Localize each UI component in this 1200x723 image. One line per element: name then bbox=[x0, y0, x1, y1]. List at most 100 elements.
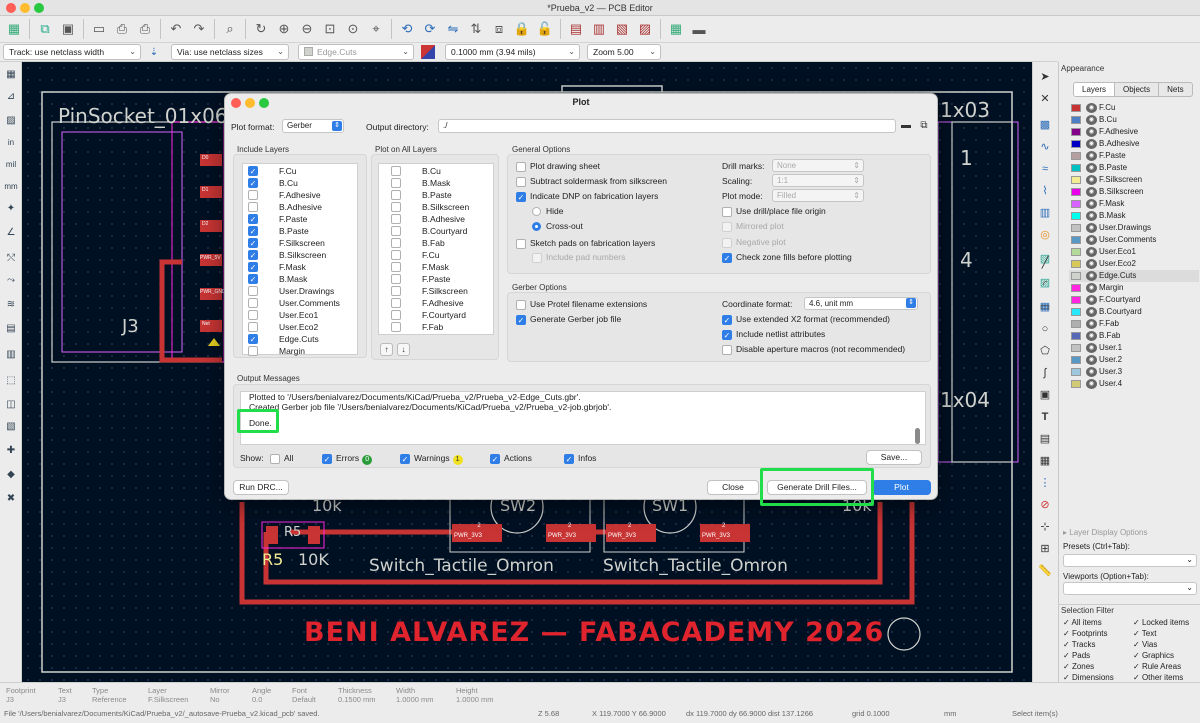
eye-icon[interactable]: ◉ bbox=[1086, 187, 1097, 197]
add-filled-zone-icon[interactable]: ▥ bbox=[1036, 204, 1054, 222]
zones-icon[interactable]: ▤ bbox=[2, 320, 20, 338]
layer-color-swatch[interactable] bbox=[1071, 236, 1081, 244]
include-layer-checkbox[interactable]: ✓ bbox=[248, 262, 258, 272]
check-zone-fills-checkbox[interactable]: ✓ bbox=[722, 253, 732, 263]
selection-filter-item[interactable]: ✓ Zones bbox=[1063, 662, 1094, 671]
plot-icon[interactable]: ⎙ bbox=[135, 19, 155, 39]
eye-icon[interactable]: ◉ bbox=[1086, 163, 1097, 173]
zoom-objects-icon[interactable]: ⊙ bbox=[343, 19, 363, 39]
messages-box[interactable]: Plotted to '/Users/benialvarez/Documents… bbox=[240, 391, 926, 445]
plot-all-layer-checkbox[interactable] bbox=[391, 286, 401, 296]
measure-tool-icon[interactable]: 📏 bbox=[1036, 562, 1054, 580]
eye-icon[interactable]: ◉ bbox=[1086, 175, 1097, 185]
plot-mode-select[interactable]: Filled ⇕ bbox=[772, 189, 864, 202]
image-tool-icon[interactable]: ▣ bbox=[1036, 386, 1054, 404]
layer-color-swatch[interactable] bbox=[1071, 296, 1081, 304]
layer-select[interactable]: Edge.Cuts ⌄ bbox=[298, 44, 414, 60]
zoom-in-icon[interactable]: ⊕ bbox=[274, 19, 294, 39]
track-width-select[interactable]: Track: use netclass width ⌄ bbox=[3, 44, 141, 60]
filter-actions-checkbox[interactable]: ✓ bbox=[490, 454, 500, 464]
scaling-select[interactable]: 1:1 ⇕ bbox=[772, 174, 864, 187]
grid-overrides-icon[interactable]: ▨ bbox=[2, 112, 20, 130]
add-via-circle-icon[interactable]: ◎ bbox=[1036, 226, 1054, 244]
plot-all-layer-row[interactable]: B.Fab bbox=[379, 237, 493, 249]
appearance-layer-row[interactable]: ◉ B.Adhesive bbox=[1069, 138, 1199, 150]
subtract-soldermask-checkbox[interactable] bbox=[516, 177, 526, 187]
coord-format-select[interactable]: 4.6, unit mm ⇕ bbox=[804, 297, 918, 310]
include-layer-checkbox[interactable]: ✓ bbox=[248, 334, 258, 344]
text-tool-icon[interactable]: T bbox=[1036, 408, 1054, 426]
use-drill-origin-checkbox[interactable] bbox=[722, 207, 732, 217]
layer-color-swatch[interactable] bbox=[1071, 128, 1081, 136]
polygon-tool-icon[interactable]: ⬠ bbox=[1036, 342, 1054, 360]
plot-all-layer-checkbox[interactable] bbox=[391, 262, 401, 272]
selection-filter-item[interactable]: ✓ Dimensions bbox=[1063, 673, 1114, 682]
include-layer-checkbox[interactable]: ✓ bbox=[248, 250, 258, 260]
select-arrow-icon[interactable]: ➤ bbox=[1036, 68, 1054, 86]
appearance-layer-row[interactable]: ◉ User.1 bbox=[1069, 342, 1199, 354]
eye-icon[interactable]: ◉ bbox=[1086, 115, 1097, 125]
layer-color-swatch[interactable] bbox=[1071, 308, 1081, 316]
textbox-tool-icon[interactable]: ▤ bbox=[1036, 430, 1054, 448]
move-up-icon[interactable]: ↑ bbox=[380, 343, 393, 356]
layer-color-swatch[interactable] bbox=[1071, 380, 1081, 388]
disable-aperture-checkbox[interactable] bbox=[722, 345, 732, 355]
eye-icon[interactable]: ◉ bbox=[1086, 199, 1097, 209]
eye-icon[interactable]: ◉ bbox=[1086, 283, 1097, 293]
appearance-layer-row[interactable]: ◉ User.2 bbox=[1069, 354, 1199, 366]
selection-filter-item[interactable]: ✓ Rule Areas bbox=[1133, 662, 1181, 671]
eye-icon[interactable]: ◉ bbox=[1086, 343, 1097, 353]
netlist-attributes-checkbox[interactable]: ✓ bbox=[722, 330, 732, 340]
indicate-dnp-checkbox[interactable]: ✓ bbox=[516, 192, 526, 202]
include-layer-checkbox[interactable] bbox=[248, 322, 258, 332]
include-layer-checkbox[interactable] bbox=[248, 190, 258, 200]
footprint-browser-icon[interactable]: ▧ bbox=[612, 19, 632, 39]
units-mil-button[interactable]: mil bbox=[2, 156, 20, 174]
include-layer-row[interactable]: ✓ B.Silkscreen bbox=[243, 249, 357, 261]
selection-filter-item[interactable]: ✓ Tracks bbox=[1063, 640, 1095, 649]
include-layer-checkbox[interactable]: ✓ bbox=[248, 238, 258, 248]
grid-toggle-icon[interactable]: ▦ bbox=[2, 66, 20, 84]
mirror-icon[interactable]: ⇅ bbox=[466, 19, 486, 39]
layer-color-swatch[interactable] bbox=[1071, 140, 1081, 148]
plot-drawing-sheet-checkbox[interactable] bbox=[516, 162, 526, 172]
include-layer-checkbox[interactable] bbox=[248, 286, 258, 296]
tools-icon[interactable]: ✖ bbox=[2, 490, 20, 508]
appearance-layer-row[interactable]: ◉ F.Mask bbox=[1069, 198, 1199, 210]
dialog-zoom-light[interactable] bbox=[259, 98, 269, 108]
tracks-outline-icon[interactable]: ▧ bbox=[2, 418, 20, 436]
layer-color-swatch[interactable] bbox=[1071, 104, 1081, 112]
window-close-button[interactable] bbox=[6, 3, 16, 13]
plot-all-layer-checkbox[interactable] bbox=[391, 250, 401, 260]
appearance-layer-row[interactable]: ◉ B.Cu bbox=[1069, 114, 1199, 126]
plot-all-layer-checkbox[interactable] bbox=[391, 190, 401, 200]
drill-origin-icon[interactable]: ⊹ bbox=[1036, 518, 1054, 536]
eye-icon[interactable]: ◉ bbox=[1086, 319, 1097, 329]
plot-all-layer-checkbox[interactable] bbox=[391, 178, 401, 188]
plot-all-layer-row[interactable]: F.Paste bbox=[379, 273, 493, 285]
filter-errors-checkbox[interactable]: ✓ bbox=[322, 454, 332, 464]
plot-all-layer-row[interactable]: B.Silkscreen bbox=[379, 201, 493, 213]
filter-warnings-checkbox[interactable]: ✓ bbox=[400, 454, 410, 464]
print-icon[interactable]: ⎙ bbox=[112, 19, 132, 39]
include-layer-row[interactable]: ✓ F.Cu bbox=[243, 165, 357, 177]
page-settings-icon[interactable]: ▭ bbox=[89, 19, 109, 39]
output-dir-input[interactable]: ./ bbox=[438, 119, 896, 133]
highlight-net-icon[interactable]: ▥ bbox=[2, 346, 20, 364]
tab-layers[interactable]: Layers bbox=[1074, 83, 1116, 96]
appearance-layer-row[interactable]: ◉ Margin bbox=[1069, 282, 1199, 294]
eye-icon[interactable]: ◉ bbox=[1086, 331, 1097, 341]
bezier-tool-icon[interactable]: ∫ bbox=[1036, 364, 1054, 382]
appearance-layer-row[interactable]: ◉ F.Fab bbox=[1069, 318, 1199, 330]
rotate-ccw-icon[interactable]: ⟲ bbox=[397, 19, 417, 39]
include-layer-checkbox[interactable]: ✓ bbox=[248, 214, 258, 224]
local-ratsnest-icon[interactable]: ✕ bbox=[1036, 90, 1054, 108]
dialog-close-light[interactable] bbox=[231, 98, 241, 108]
eye-icon[interactable]: ◉ bbox=[1086, 247, 1097, 257]
appearance-layer-row[interactable]: ◉ User.4 bbox=[1069, 378, 1199, 390]
appearance-layer-row[interactable]: ◉ User.Comments bbox=[1069, 234, 1199, 246]
filter-all-checkbox[interactable] bbox=[270, 454, 280, 464]
eye-icon[interactable]: ◉ bbox=[1086, 271, 1097, 281]
netlist-icon[interactable]: ▤ bbox=[566, 19, 586, 39]
route-track-icon[interactable]: ∿ bbox=[1036, 138, 1054, 156]
